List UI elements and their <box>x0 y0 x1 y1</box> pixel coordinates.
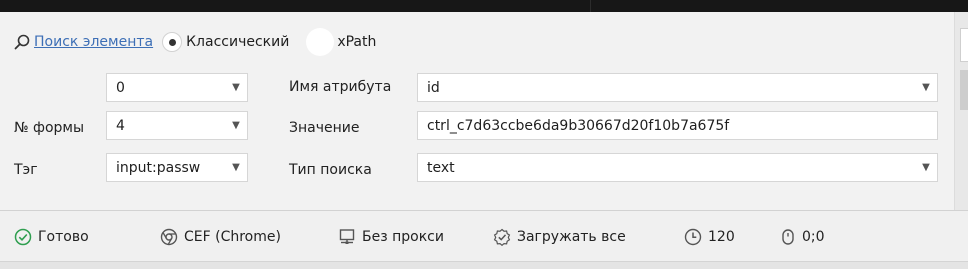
form-number-select[interactable]: 4 ▼ <box>106 111 248 140</box>
radio-classic[interactable]: Классический <box>162 32 289 52</box>
search-element-link[interactable]: Поиск элемента <box>34 34 153 50</box>
search-icon[interactable] <box>14 34 30 50</box>
tag-label: Тэг <box>14 162 38 178</box>
search-row: Поиск элемента Классический xPath <box>14 28 376 56</box>
radio-classic-label[interactable]: Классический <box>186 34 289 50</box>
form-number-label: № формы <box>14 120 85 136</box>
search-type-value: text <box>427 159 455 176</box>
tag-value: input:passw <box>116 159 201 176</box>
attr-name-select[interactable]: id ▼ <box>417 73 938 102</box>
status-timeout[interactable]: 120 <box>684 224 735 250</box>
status-proxy[interactable]: Без прокси <box>338 224 444 250</box>
attr-name-label: Имя атрибута <box>289 79 392 95</box>
element-index-value: 0 <box>116 79 125 96</box>
chrome-icon <box>160 228 184 246</box>
status-ready-text: Готово <box>38 229 89 245</box>
right-scroll-button[interactable] <box>960 28 968 62</box>
status-load-text[interactable]: Загружать все <box>517 229 626 245</box>
value-input-text: ctrl_c7d63ccbe6da9b30667d20f10b7a675f <box>427 117 730 134</box>
chevron-down-icon[interactable]: ▼ <box>915 162 937 173</box>
top-strip-divider <box>590 0 591 12</box>
mouse-icon <box>780 228 802 246</box>
radio-xpath[interactable]: xPath <box>306 28 376 56</box>
status-proxy-text[interactable]: Без прокси <box>362 229 444 245</box>
status-engine-text[interactable]: CEF (Chrome) <box>184 229 281 245</box>
value-label: Значение <box>289 120 360 136</box>
status-coords: 0;0 <box>780 224 825 250</box>
status-ready: Готово <box>14 224 89 250</box>
status-engine[interactable]: CEF (Chrome) <box>160 224 281 250</box>
radio-xpath-circle[interactable] <box>306 28 335 56</box>
radio-classic-circle[interactable] <box>162 32 183 52</box>
status-load[interactable]: Загружать все <box>493 224 626 250</box>
top-strip <box>0 0 968 12</box>
monitor-icon <box>338 228 362 246</box>
attr-name-value: id <box>427 79 440 96</box>
chevron-down-icon[interactable]: ▼ <box>225 82 247 93</box>
tag-select[interactable]: input:passw ▼ <box>106 153 248 182</box>
value-input[interactable]: ctrl_c7d63ccbe6da9b30667d20f10b7a675f <box>417 111 938 140</box>
bottom-border <box>0 261 968 269</box>
right-scrollbar-thumb[interactable] <box>960 70 968 110</box>
search-type-select[interactable]: text ▼ <box>417 153 938 182</box>
search-type-label: Тип поиска <box>289 162 372 178</box>
radio-xpath-label[interactable]: xPath <box>337 34 376 50</box>
check-circle-icon <box>14 228 38 246</box>
clock-icon <box>684 228 708 246</box>
status-coords-text: 0;0 <box>802 229 825 245</box>
element-index-select[interactable]: 0 ▼ <box>106 73 248 102</box>
form-number-value: 4 <box>116 117 125 134</box>
check-badge-icon <box>493 228 517 246</box>
chevron-down-icon[interactable]: ▼ <box>225 120 247 131</box>
radio-selected-dot <box>168 38 176 46</box>
status-timeout-text[interactable]: 120 <box>708 229 735 245</box>
chevron-down-icon[interactable]: ▼ <box>225 162 247 173</box>
chevron-down-icon[interactable]: ▼ <box>915 82 937 93</box>
